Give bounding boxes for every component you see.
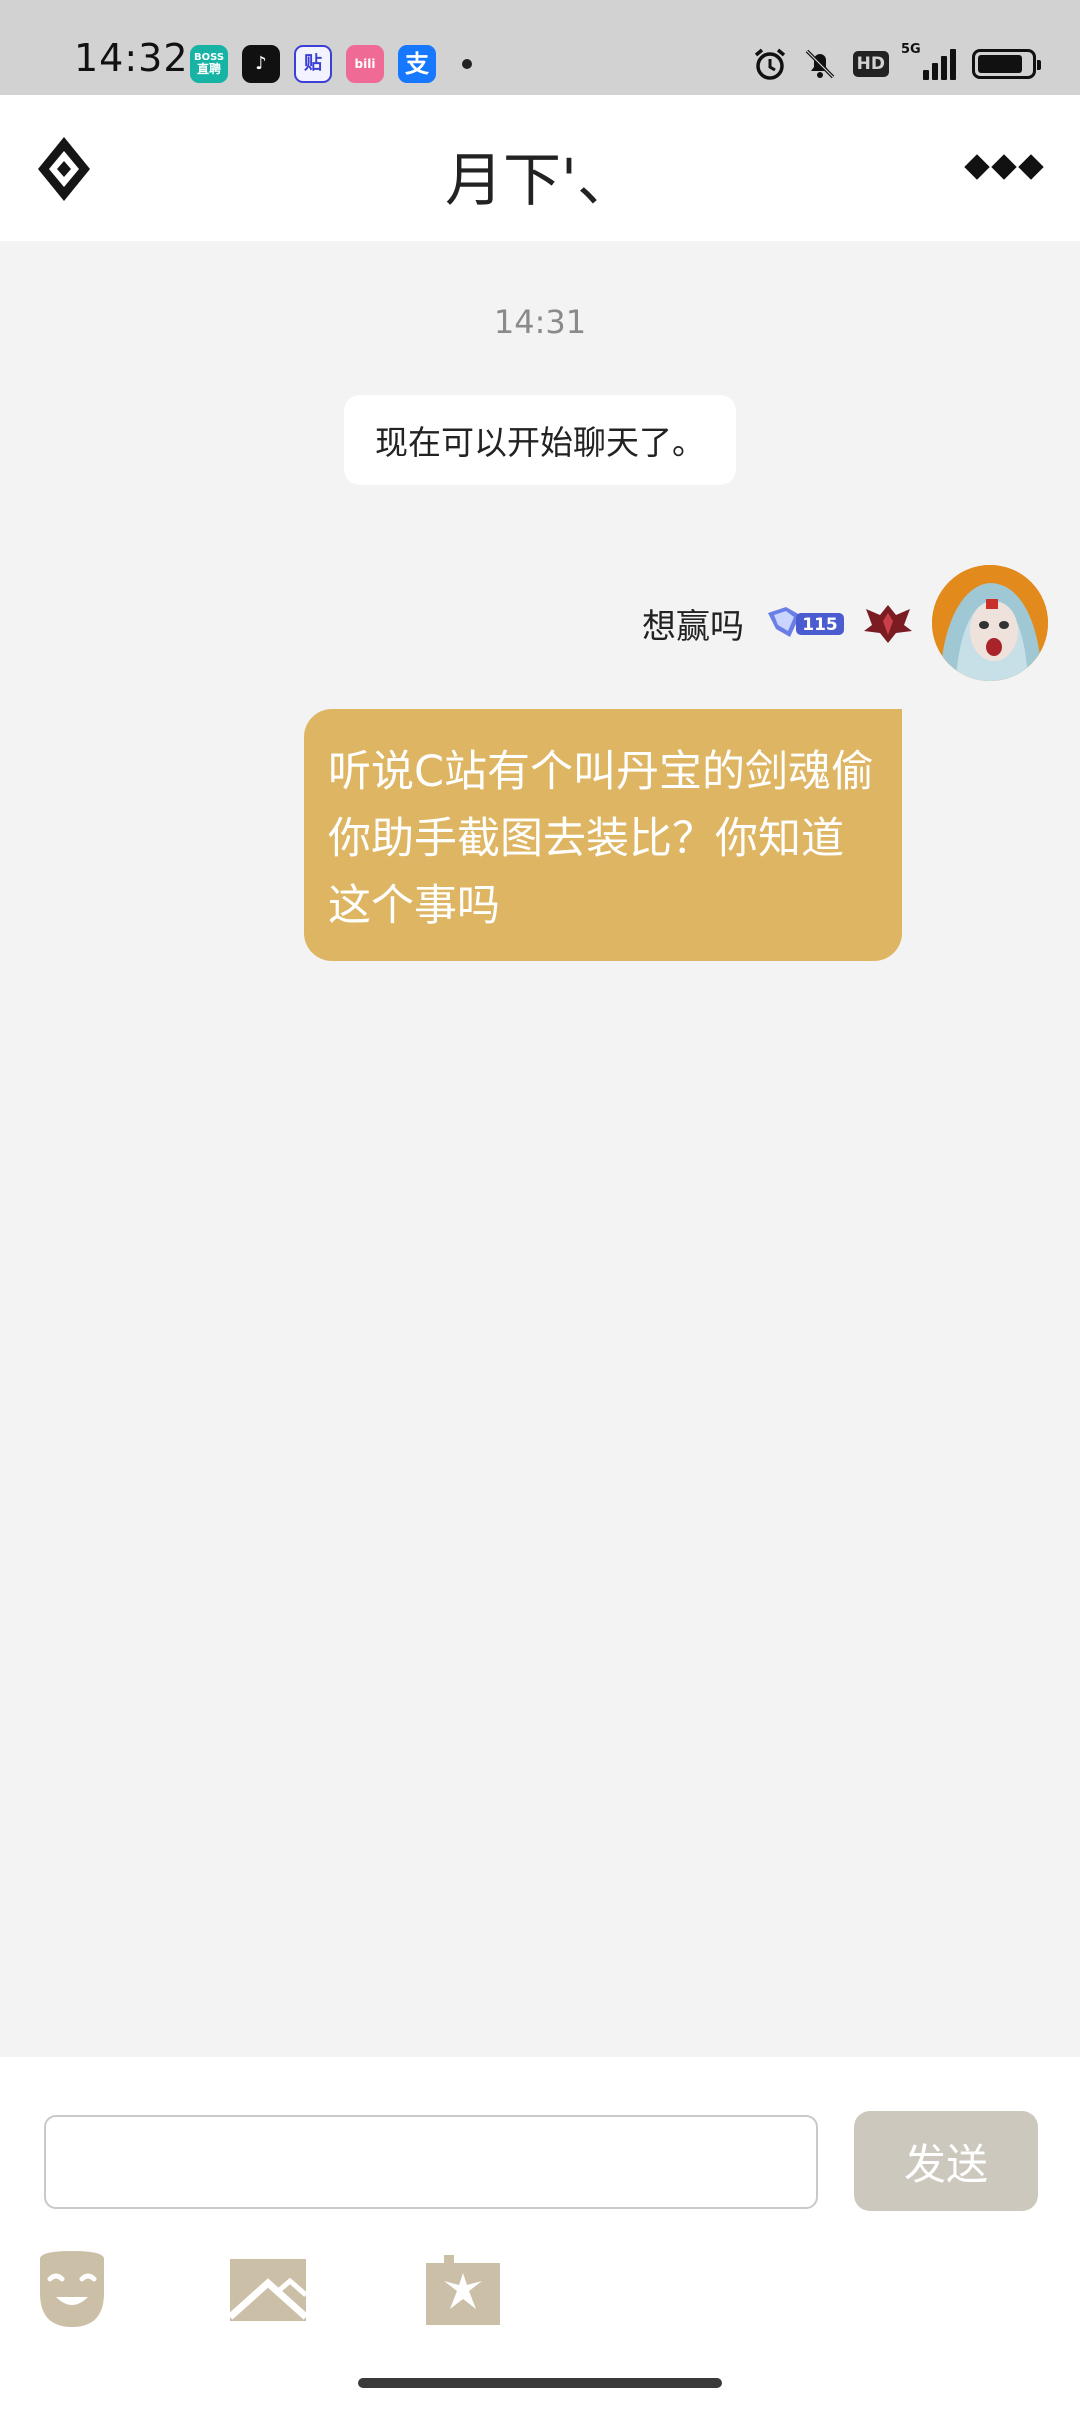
chat-header: 月下'、: [0, 95, 1080, 241]
hd-badge: HD: [852, 51, 889, 77]
boss-zhipin-icon: BOSS 直聘: [190, 45, 228, 83]
rank-level: 115: [802, 615, 838, 635]
more-notifications-dot: [462, 59, 472, 69]
send-button[interactable]: 发送: [854, 2111, 1038, 2211]
more-options-button[interactable]: [964, 147, 1044, 187]
tiktok-icon: ♪: [242, 45, 280, 83]
image-icon[interactable]: [228, 2257, 308, 2323]
more-dot-icon: [1018, 154, 1044, 180]
alipay-icon: 支: [398, 45, 436, 83]
tieba-icon: 贴: [294, 45, 332, 83]
input-area: 发送: [0, 2057, 1080, 2414]
alarm-icon: [754, 48, 785, 80]
message-input[interactable]: [44, 2115, 818, 2209]
message-timestamp: 14:31: [493, 303, 587, 341]
crest-badge-icon: [864, 605, 912, 643]
signal-icon: 5G: [901, 42, 956, 80]
notification-icons: BOSS 直聘 ♪ 贴 bili 支: [190, 44, 472, 84]
chat-area[interactable]: 14:31 现在可以开始聊天了。 想赢吗 115 听说C站有个叫丹宝的剑魂偷你助…: [0, 241, 1080, 2057]
more-dot-icon: [964, 154, 990, 180]
mute-bell-icon: [805, 49, 834, 79]
message-bubble[interactable]: 听说C站有个叫丹宝的剑魂偷你助手截图去装比？你知道这个事吗: [304, 709, 902, 961]
status-time: 14:32: [74, 36, 189, 80]
sticker-icon[interactable]: [424, 2253, 502, 2327]
network-label: 5G: [901, 42, 921, 57]
more-dot-icon: [991, 154, 1017, 180]
chat-title: 月下'、: [445, 146, 635, 214]
sender-info: 想赢吗 115: [642, 565, 1048, 681]
bilibili-icon: bili: [346, 45, 384, 83]
system-message: 现在可以开始聊天了。: [344, 395, 736, 485]
battery-icon: [972, 49, 1041, 79]
sender-name: 想赢吗: [642, 606, 744, 647]
system-icons: HD 5G: [753, 42, 1041, 84]
status-bar: 14:32 BOSS 直聘 ♪ 贴 bili 支 HD 5G: [0, 0, 1080, 95]
emoji-icon[interactable]: [34, 2249, 110, 2329]
home-indicator[interactable]: [358, 2378, 722, 2388]
battery-level: [978, 55, 1023, 73]
sender-avatar[interactable]: [932, 565, 1048, 681]
rank-badge-icon: 115: [768, 607, 844, 637]
